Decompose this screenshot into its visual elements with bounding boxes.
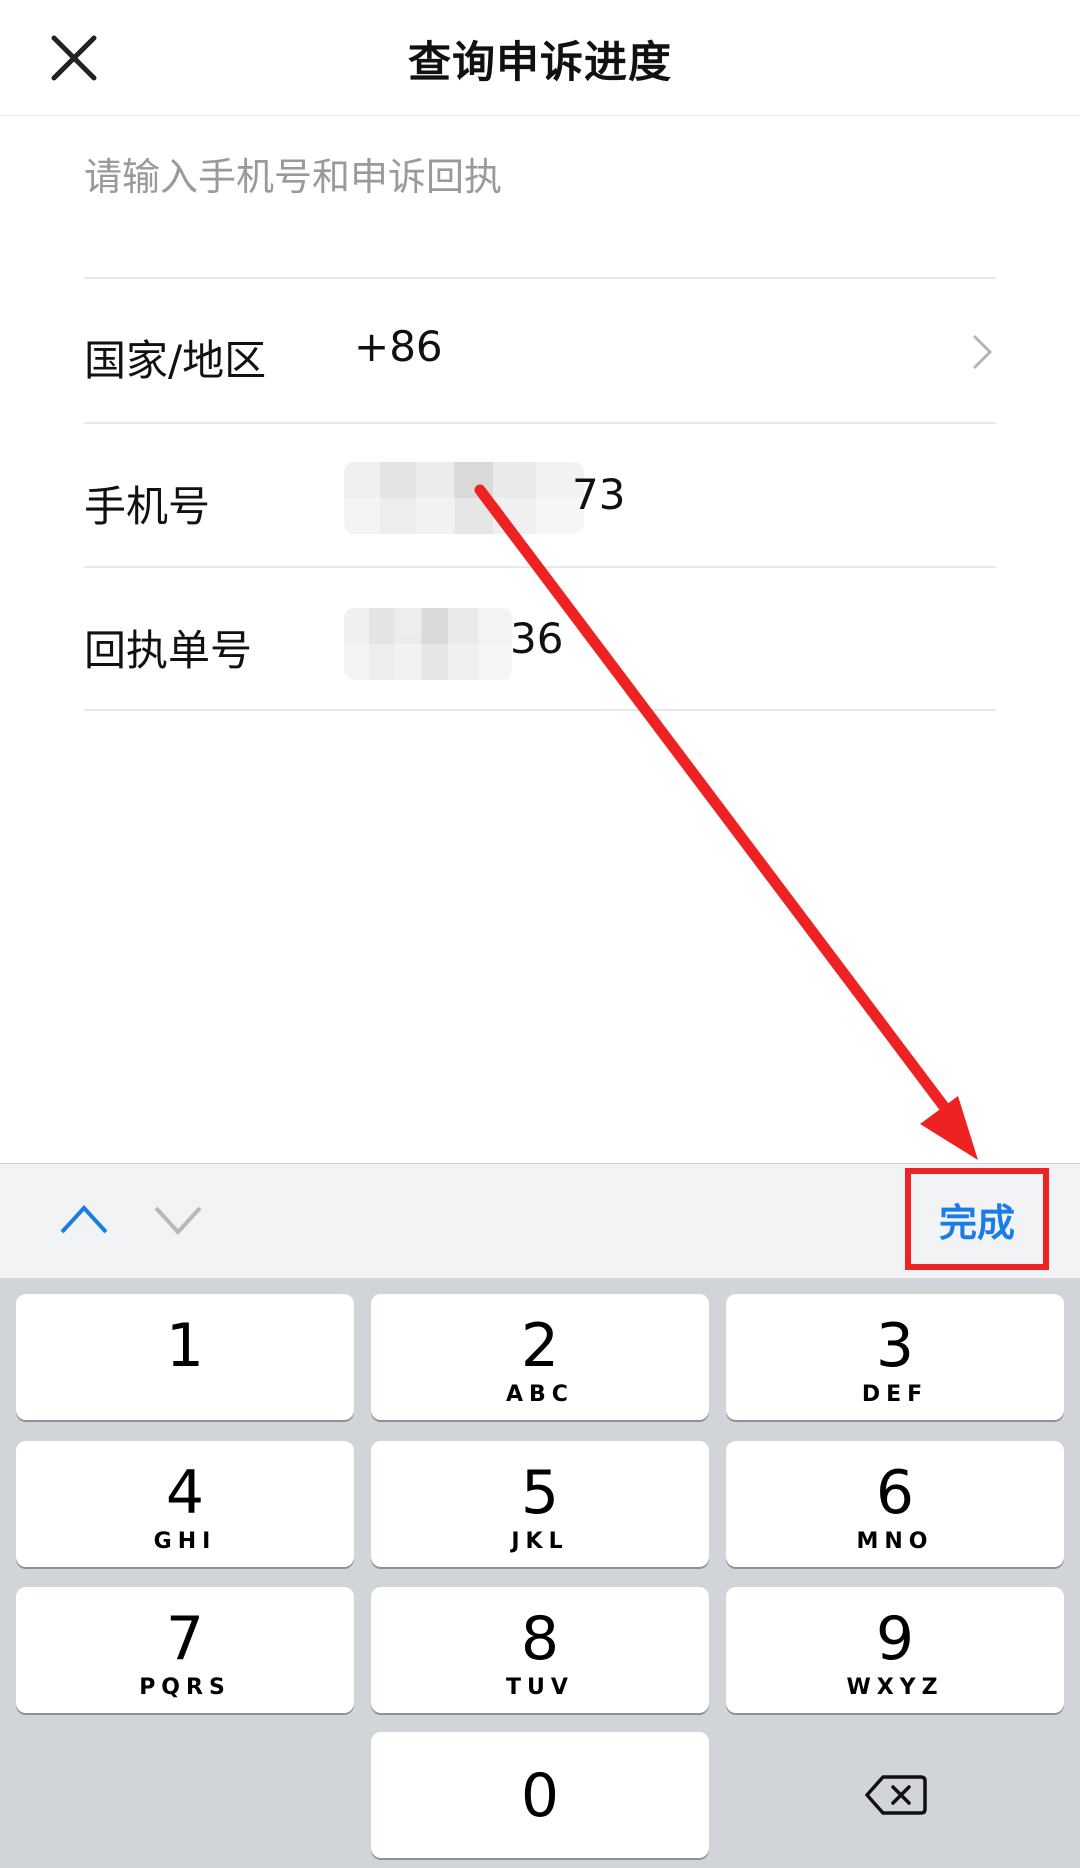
receipt-mask	[344, 608, 512, 680]
phone-label: 手机号	[84, 482, 211, 531]
country-value[interactable]: +86	[354, 322, 443, 371]
key-4[interactable]: 4 GHI	[16, 1441, 354, 1567]
key-digit: 1	[165, 1311, 205, 1381]
key-digit: 6	[875, 1458, 915, 1528]
key-letters: DEF	[861, 1382, 929, 1407]
chevron-down-icon[interactable]	[152, 1202, 204, 1236]
key-letters: ABC	[506, 1382, 574, 1407]
divider	[84, 422, 996, 424]
key-digit: 8	[520, 1604, 560, 1674]
receipt-label: 回执单号	[84, 626, 253, 675]
divider	[84, 709, 996, 711]
delete-key[interactable]	[726, 1732, 1064, 1858]
key-7[interactable]: 7 PQRS	[16, 1587, 354, 1713]
key-5[interactable]: 5 JKL	[371, 1441, 709, 1567]
form-hint: 请输入手机号和申诉回执	[84, 155, 503, 199]
key-letters: WXYZ	[846, 1675, 944, 1700]
phone-field-suffix[interactable]: 73	[572, 470, 625, 519]
phone-mask	[344, 462, 584, 534]
key-1[interactable]: 1	[16, 1294, 354, 1420]
key-digit: 9	[875, 1604, 915, 1674]
key-digit: 0	[520, 1761, 560, 1831]
divider	[84, 277, 996, 279]
backspace-icon	[865, 1775, 927, 1815]
key-letters: JKL	[511, 1529, 569, 1554]
key-9[interactable]: 9 WXYZ	[726, 1587, 1064, 1713]
key-digit: 3	[875, 1311, 915, 1381]
nav-bar: 查询申诉进度	[0, 0, 1080, 116]
key-2[interactable]: 2 ABC	[371, 1294, 709, 1420]
country-label: 国家/地区	[84, 336, 267, 385]
chevron-up-icon[interactable]	[58, 1202, 110, 1236]
key-letters: TUV	[506, 1675, 574, 1700]
receipt-field-suffix[interactable]: 36	[510, 614, 563, 663]
key-letters: MNO	[856, 1529, 934, 1554]
page-title: 查询申诉进度	[408, 38, 672, 88]
key-3[interactable]: 3 DEF	[726, 1294, 1064, 1420]
key-digit: 5	[520, 1458, 560, 1528]
keyboard-toolbar: 完成	[0, 1163, 1080, 1278]
done-button[interactable]: 完成	[905, 1168, 1049, 1270]
key-digit: 7	[165, 1604, 205, 1674]
divider	[84, 566, 996, 568]
key-8[interactable]: 8 TUV	[371, 1587, 709, 1713]
key-0[interactable]: 0	[371, 1732, 709, 1858]
key-letters: PQRS	[139, 1675, 231, 1700]
chevron-right-icon[interactable]	[970, 332, 994, 372]
key-digit: 2	[520, 1311, 560, 1381]
key-letters: GHI	[153, 1529, 217, 1554]
key-6[interactable]: 6 MNO	[726, 1441, 1064, 1567]
key-digit: 4	[165, 1458, 205, 1528]
